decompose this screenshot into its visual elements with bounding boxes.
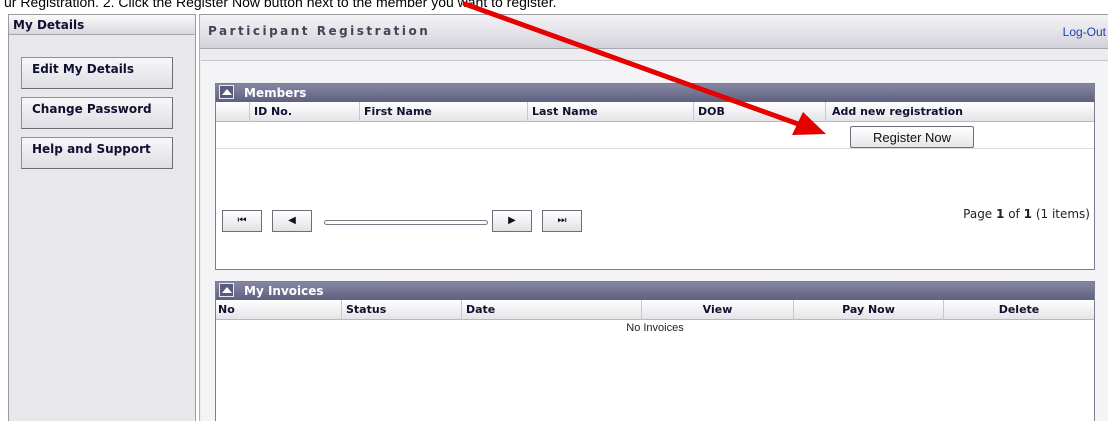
- col-last-name[interactable]: Last Name: [528, 102, 694, 122]
- invoices-column-header: No Status Date View Pay Now Delete: [216, 300, 1094, 320]
- page-info: Page 1 of 1 (1 items): [963, 207, 1090, 221]
- sidebar-item-change-password[interactable]: Change Password: [21, 97, 173, 129]
- col-id-no[interactable]: ID No.: [250, 102, 360, 122]
- sidebar-item-help-and-support[interactable]: Help and Support: [21, 137, 173, 169]
- last-page-icon: ⏭: [557, 215, 567, 226]
- first-page-icon: ⏮: [237, 215, 247, 226]
- col-date[interactable]: Date: [462, 300, 642, 320]
- members-col-spacer: [216, 102, 250, 122]
- page-word: Page: [963, 207, 993, 221]
- main-panel: Participant Registration Log-Out Members…: [199, 14, 1108, 421]
- collapse-members-button[interactable]: [219, 85, 234, 99]
- members-grid: Members ID No. First Name Last Name DOB …: [215, 83, 1095, 270]
- last-page-button[interactable]: ⏭: [542, 210, 582, 232]
- sidebar-header: My Details: [9, 15, 195, 35]
- collapse-invoices-button[interactable]: [219, 283, 234, 297]
- members-title: Members: [244, 86, 307, 100]
- current-page: 1: [996, 207, 1005, 221]
- first-page-button[interactable]: ⏮: [222, 210, 262, 232]
- register-now-button[interactable]: Register Now: [850, 126, 974, 148]
- col-pay-now: Pay Now: [794, 300, 944, 320]
- col-view: View: [642, 300, 794, 320]
- members-column-header: ID No. First Name Last Name DOB Add new …: [216, 102, 1094, 122]
- page-slider[interactable]: [324, 220, 488, 225]
- instruction-caption: ur Registration. 2. Click the Register N…: [4, 0, 557, 10]
- members-titlebar: Members: [216, 84, 1094, 102]
- page-header: Participant Registration Log-Out: [200, 15, 1108, 49]
- invoices-titlebar: My Invoices: [216, 282, 1094, 300]
- col-dob[interactable]: DOB: [694, 102, 826, 122]
- logout-link[interactable]: Log-Out: [1063, 25, 1106, 39]
- col-no[interactable]: No: [216, 300, 342, 320]
- next-page-icon: ▶: [508, 215, 516, 226]
- col-delete: Delete: [998, 303, 1040, 316]
- next-page-button[interactable]: ▶: [492, 210, 532, 232]
- col-add-new-registration: Add new registration: [832, 105, 963, 118]
- table-row: Register Now: [216, 122, 1094, 149]
- of-word: of: [1008, 207, 1020, 221]
- page-title: Participant Registration: [208, 24, 431, 38]
- col-status[interactable]: Status: [342, 300, 462, 320]
- content-area: Members ID No. First Name Last Name DOB …: [201, 60, 1108, 421]
- total-pages: 1: [1023, 207, 1032, 221]
- items-count: (1 items): [1035, 207, 1090, 221]
- col-first-name[interactable]: First Name: [360, 102, 528, 122]
- invoices-title: My Invoices: [244, 284, 324, 298]
- no-invoices-message: No Invoices: [626, 322, 684, 334]
- prev-page-button[interactable]: ◀: [272, 210, 312, 232]
- prev-page-icon: ◀: [288, 215, 296, 226]
- invoices-grid: My Invoices No Status Date View Pay Now …: [215, 281, 1095, 421]
- sidebar: My Details Edit My Details Change Passwo…: [8, 14, 196, 421]
- sidebar-item-edit-my-details[interactable]: Edit My Details: [21, 57, 173, 89]
